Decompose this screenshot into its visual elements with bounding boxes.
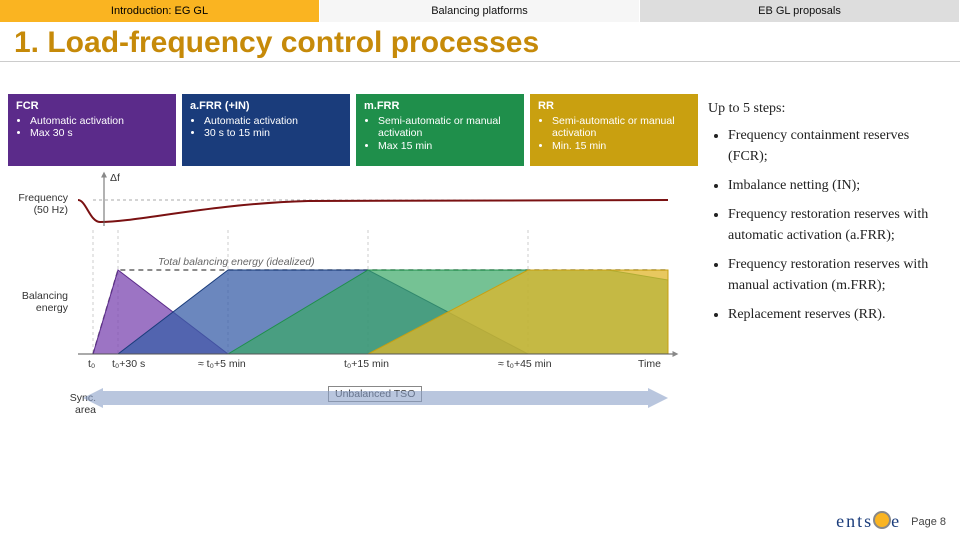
box-afrr-line2: 30 s to 15 min (204, 127, 342, 140)
steps-lead: Up to 5 steps: (708, 98, 952, 119)
page-number: Page 8 (911, 516, 946, 528)
box-fcr-line2: Max 30 s (30, 127, 168, 140)
box-fcr-line1: Automatic activation (30, 115, 168, 128)
steps-list: Frequency containment reserves (FCR); Im… (708, 125, 952, 325)
box-fcr: FCR Automatic activation Max 30 s (8, 94, 176, 166)
step-rr: Replacement reserves (RR). (728, 304, 952, 325)
logo-text: ents (836, 511, 873, 531)
box-mfrr: m.FRR Semi-automatic or manual activatio… (356, 94, 524, 166)
step-fcr: Frequency containment reserves (FCR); (728, 125, 952, 167)
box-rr-title: RR (538, 100, 690, 113)
diagram-column: FCR Automatic activation Max 30 s a.FRR … (8, 94, 698, 430)
main-content: FCR Automatic activation Max 30 s a.FRR … (0, 66, 960, 430)
balancing-svg (8, 170, 698, 430)
box-rr: RR Semi-automatic or manual activation M… (530, 94, 698, 166)
box-afrr-title: a.FRR (+IN) (190, 100, 342, 113)
box-mfrr-line1: Semi-automatic or manual activation (378, 115, 516, 140)
frequency-curve (78, 200, 668, 222)
box-afrr-line1: Automatic activation (204, 115, 342, 128)
step-in: Imbalance netting (IN); (728, 175, 952, 196)
tab-balancing[interactable]: Balancing platforms (320, 0, 640, 22)
tab-eb[interactable]: EB GL proposals (640, 0, 960, 22)
box-afrr: a.FRR (+IN) Automatic activation 30 s to… (182, 94, 350, 166)
step-afrr: Frequency restoration reserves with auto… (728, 204, 952, 246)
box-mfrr-title: m.FRR (364, 100, 516, 113)
reserve-boxes: FCR Automatic activation Max 30 s a.FRR … (8, 94, 698, 166)
box-rr-line1: Semi-automatic or manual activation (552, 115, 690, 140)
step-mfrr: Frequency restoration reserves with manu… (728, 254, 952, 296)
box-fcr-title: FCR (16, 100, 168, 113)
balancing-diagram: Frequency (50 Hz) Δf Total balancing ene… (8, 170, 698, 430)
page-title: 1. Load-frequency control processes (0, 22, 960, 62)
entsoe-logo: entse (836, 511, 901, 532)
slide: Introduction: EG GL Balancing platforms … (0, 0, 960, 540)
logo-o-icon (873, 511, 891, 529)
steps-panel: Up to 5 steps: Frequency containment res… (708, 94, 952, 430)
footer: entse Page 8 (836, 511, 946, 532)
box-rr-line2: Min. 15 min (552, 140, 690, 153)
top-tabs: Introduction: EG GL Balancing platforms … (0, 0, 960, 22)
tab-intro[interactable]: Introduction: EG GL (0, 0, 320, 22)
box-mfrr-line2: Max 15 min (378, 140, 516, 153)
